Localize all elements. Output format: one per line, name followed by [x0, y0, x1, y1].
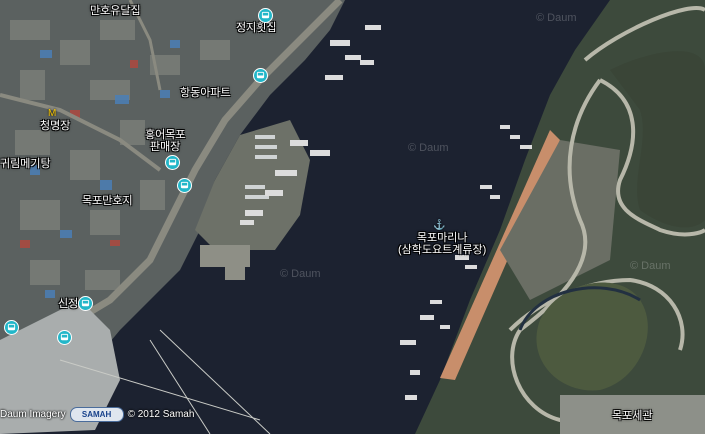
label-hongeo[interactable]: 홍어목포 판매장: [145, 129, 185, 153]
samah-logo: SAMAH: [69, 406, 124, 422]
bus-stop-icon[interactable]: [4, 320, 19, 335]
bus-stop-icon[interactable]: [165, 155, 180, 170]
daum-watermark: © Daum: [408, 142, 449, 154]
label-customs[interactable]: 목포세관: [612, 410, 652, 422]
label-sinjeong[interactable]: 신정: [58, 298, 78, 310]
daum-watermark: © Daum: [280, 268, 321, 280]
label-hangdong[interactable]: 항동아파트: [180, 87, 231, 99]
label-mege[interactable]: 귀림메기탕: [0, 158, 51, 170]
daum-watermark: © Daum: [536, 12, 577, 24]
label-marina-line2: (삼학도요트계류장): [398, 244, 487, 256]
label-mokpo-manhoji[interactable]: 목포만호지: [82, 195, 133, 207]
bus-stop-icon[interactable]: [258, 8, 273, 23]
daum-watermark: © Daum: [630, 260, 671, 272]
label-jeongji[interactable]: 정지횟집: [236, 22, 276, 34]
label-manhoyudal[interactable]: 만호유달집: [90, 5, 141, 17]
map-attribution: Daum Imagery SAMAH © 2012 Samah: [0, 406, 194, 422]
label-marina-line1: 목포마리나: [416, 232, 468, 244]
bus-stop-icon[interactable]: [57, 330, 72, 345]
bus-stop-icon[interactable]: [253, 68, 268, 83]
map-view[interactable]: © Daum © Daum © Daum © Daum 만호유달집 정지횟집 항…: [0, 0, 705, 434]
bus-stop-icon[interactable]: [78, 296, 93, 311]
label-marina[interactable]: 목포마리나 (삼학도요트계류장): [398, 232, 486, 256]
bus-stop-icon[interactable]: [177, 178, 192, 193]
satellite-imagery: [0, 0, 705, 434]
imagery-source: Daum Imagery: [0, 408, 66, 420]
motel-icon[interactable]: M: [48, 108, 56, 119]
label-cheongmyeong[interactable]: 청명장: [40, 120, 70, 132]
label-hongeo-line2: 판매장: [150, 141, 181, 153]
copyright-text: © 2012 Samah: [127, 408, 195, 420]
anchor-icon[interactable]: ⚓: [433, 220, 445, 231]
label-hongeo-line1: 홍어목포: [145, 129, 186, 141]
